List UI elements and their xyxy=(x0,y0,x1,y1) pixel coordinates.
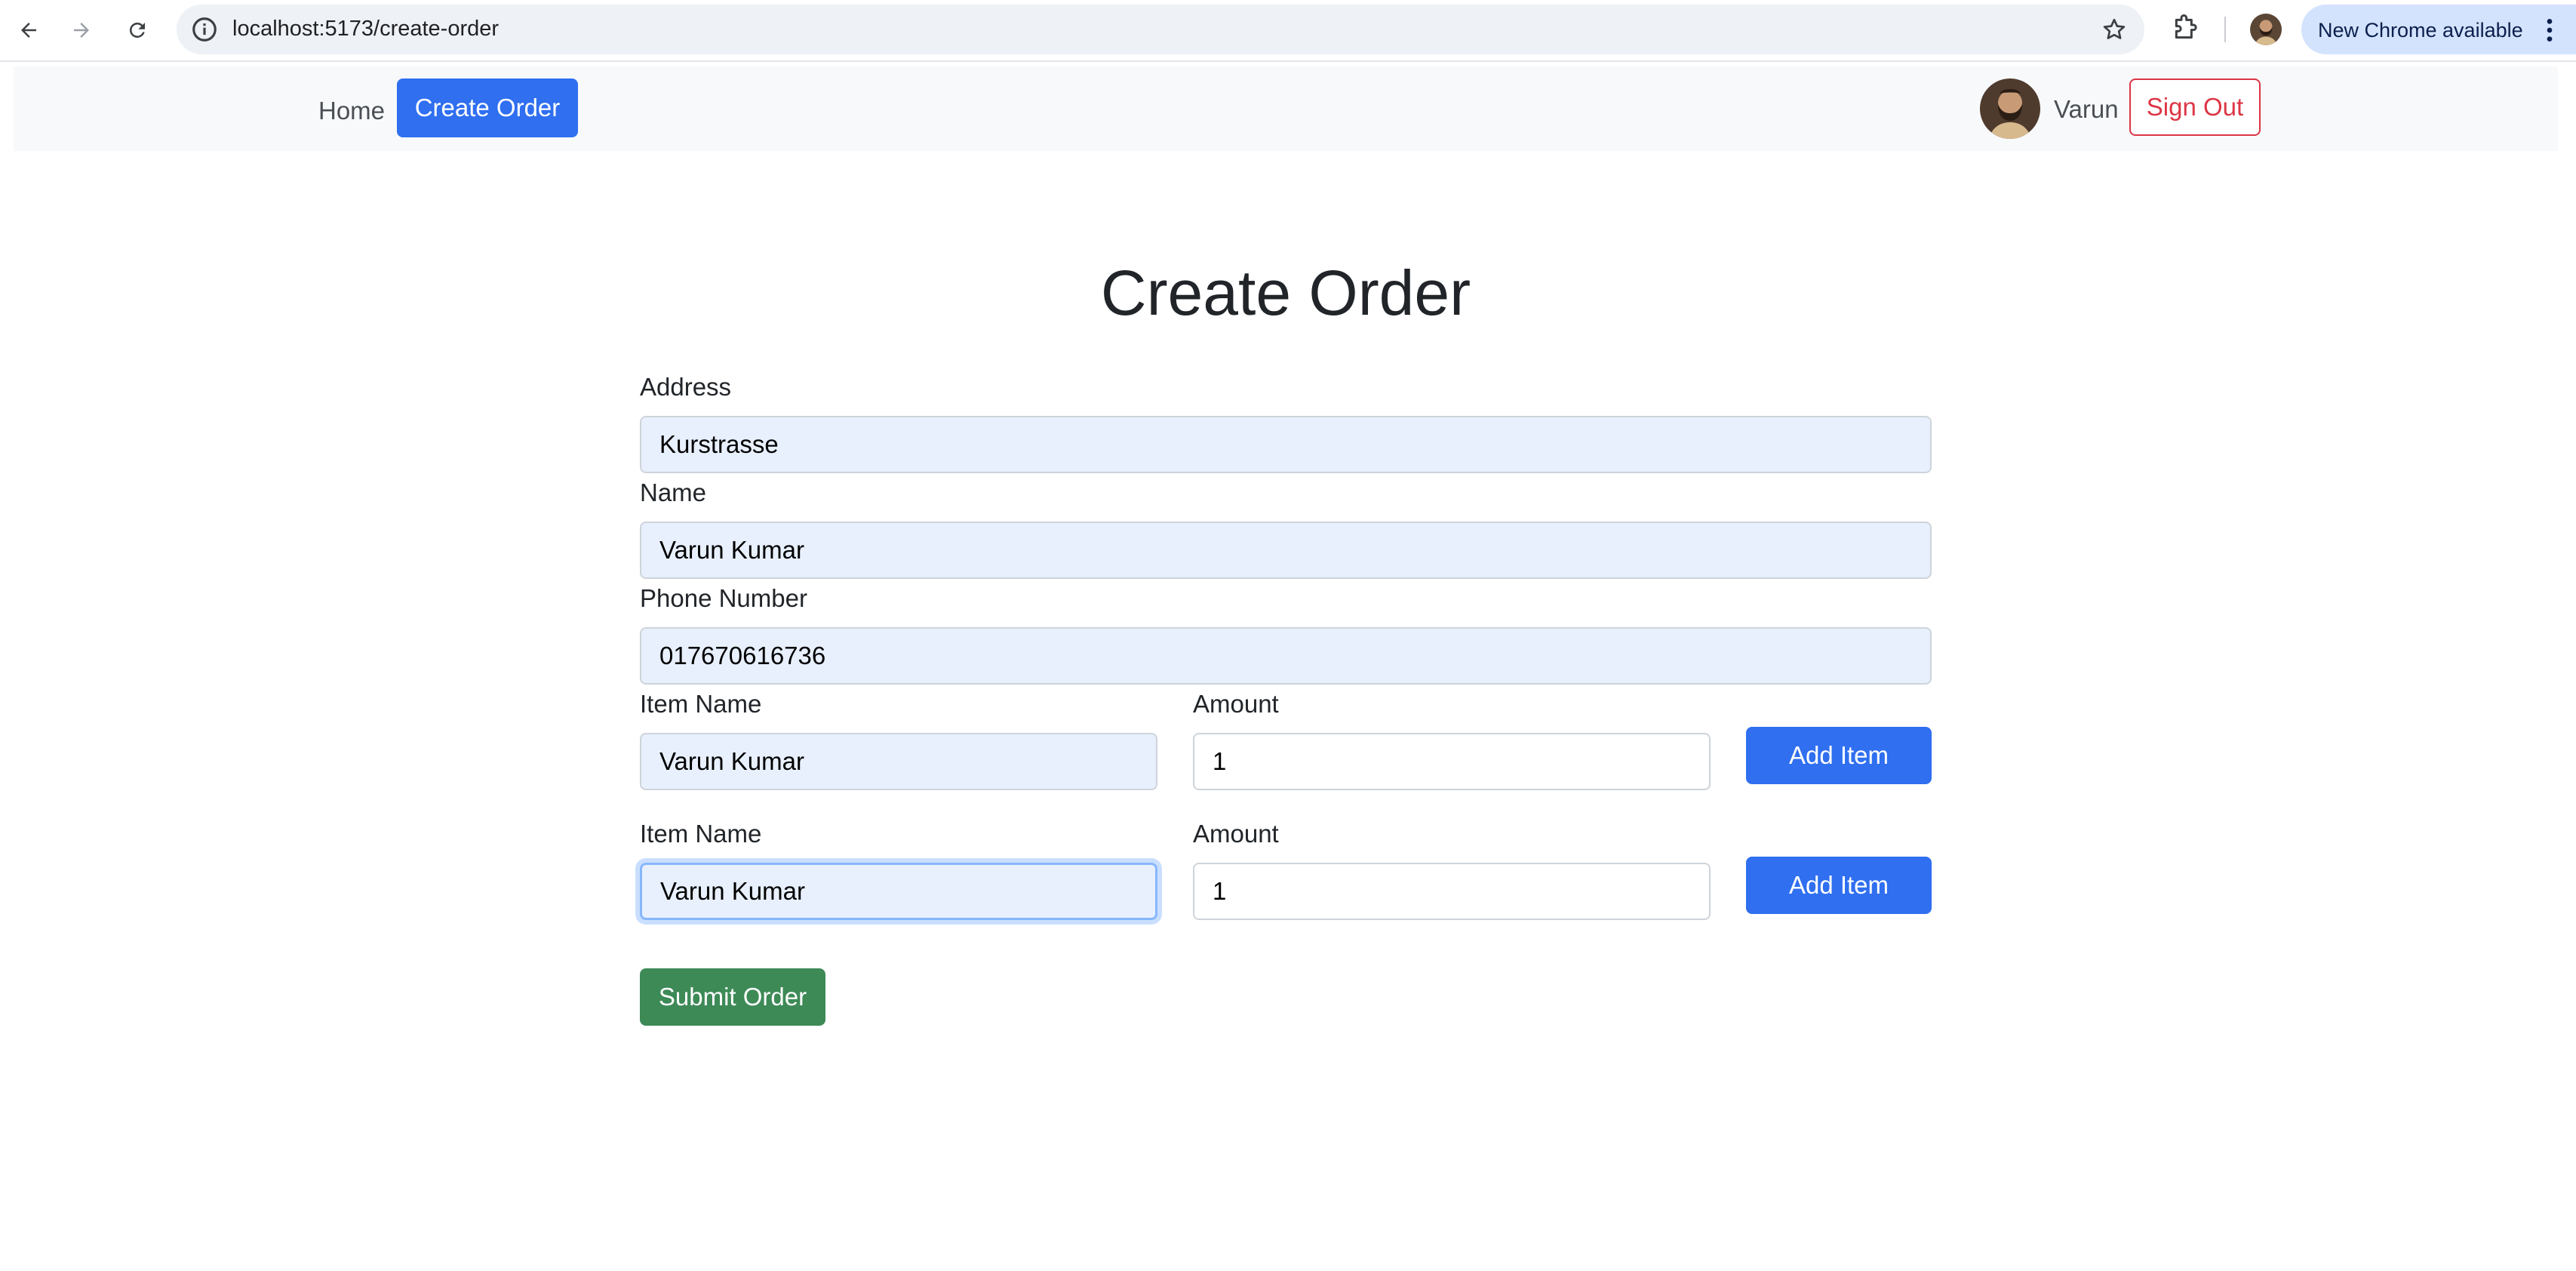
toolbar-divider xyxy=(2224,17,2226,42)
add-item-button[interactable]: Add Item xyxy=(1746,857,1932,914)
item-name-label: Item Name xyxy=(640,820,762,848)
url-text[interactable]: localhost:5173/create-order xyxy=(232,17,499,42)
back-button[interactable] xyxy=(9,11,48,50)
name-label: Name xyxy=(640,479,707,506)
item-name-input[interactable] xyxy=(640,863,1157,920)
item-name-input[interactable] xyxy=(640,733,1157,790)
chrome-update-label: New Chrome available xyxy=(2318,19,2523,42)
more-options-icon[interactable] xyxy=(2538,15,2561,45)
submit-order-button[interactable]: Submit Order xyxy=(640,968,825,1026)
profile-photo-icon xyxy=(2250,14,2282,45)
bookmark-star-icon[interactable] xyxy=(2101,16,2128,43)
amount-input[interactable] xyxy=(1193,733,1711,790)
user-avatar xyxy=(1980,78,2040,139)
address-bar[interactable]: localhost:5173/create-order xyxy=(177,5,2144,54)
sign-out-button[interactable]: Sign Out xyxy=(2129,78,2261,136)
forward-button[interactable] xyxy=(62,11,101,50)
arrow-right-icon xyxy=(74,23,89,38)
name-input[interactable] xyxy=(640,522,1932,579)
browser-toolbar: localhost:5173/create-order New Chrome a… xyxy=(0,0,2576,62)
site-info-icon[interactable] xyxy=(190,15,219,44)
reload-icon xyxy=(129,22,145,38)
address-label: Address xyxy=(640,373,732,401)
amount-input[interactable] xyxy=(1193,863,1711,920)
amount-label: Amount xyxy=(1193,690,1279,718)
phone-input[interactable] xyxy=(640,627,1932,685)
app-navbar: Home Create Order Varun Sign Out xyxy=(14,66,2558,151)
user-name: Varun xyxy=(2054,95,2119,123)
address-input[interactable] xyxy=(640,416,1932,473)
profile-avatar[interactable] xyxy=(2250,14,2282,45)
arrow-left-icon xyxy=(21,23,36,38)
extensions-icon[interactable] xyxy=(2170,14,2200,44)
reload-button[interactable] xyxy=(118,11,157,50)
amount-label: Amount xyxy=(1193,820,1279,848)
page-title: Create Order xyxy=(1100,257,1471,328)
nav-create-order-button[interactable]: Create Order xyxy=(397,78,578,137)
phone-label: Phone Number xyxy=(640,584,807,612)
add-item-button[interactable]: Add Item xyxy=(1746,727,1932,784)
user-photo-icon xyxy=(1980,78,2040,139)
item-name-label: Item Name xyxy=(640,690,762,718)
chrome-update-button[interactable]: New Chrome available xyxy=(2301,5,2576,54)
nav-home-link[interactable]: Home xyxy=(318,97,385,125)
